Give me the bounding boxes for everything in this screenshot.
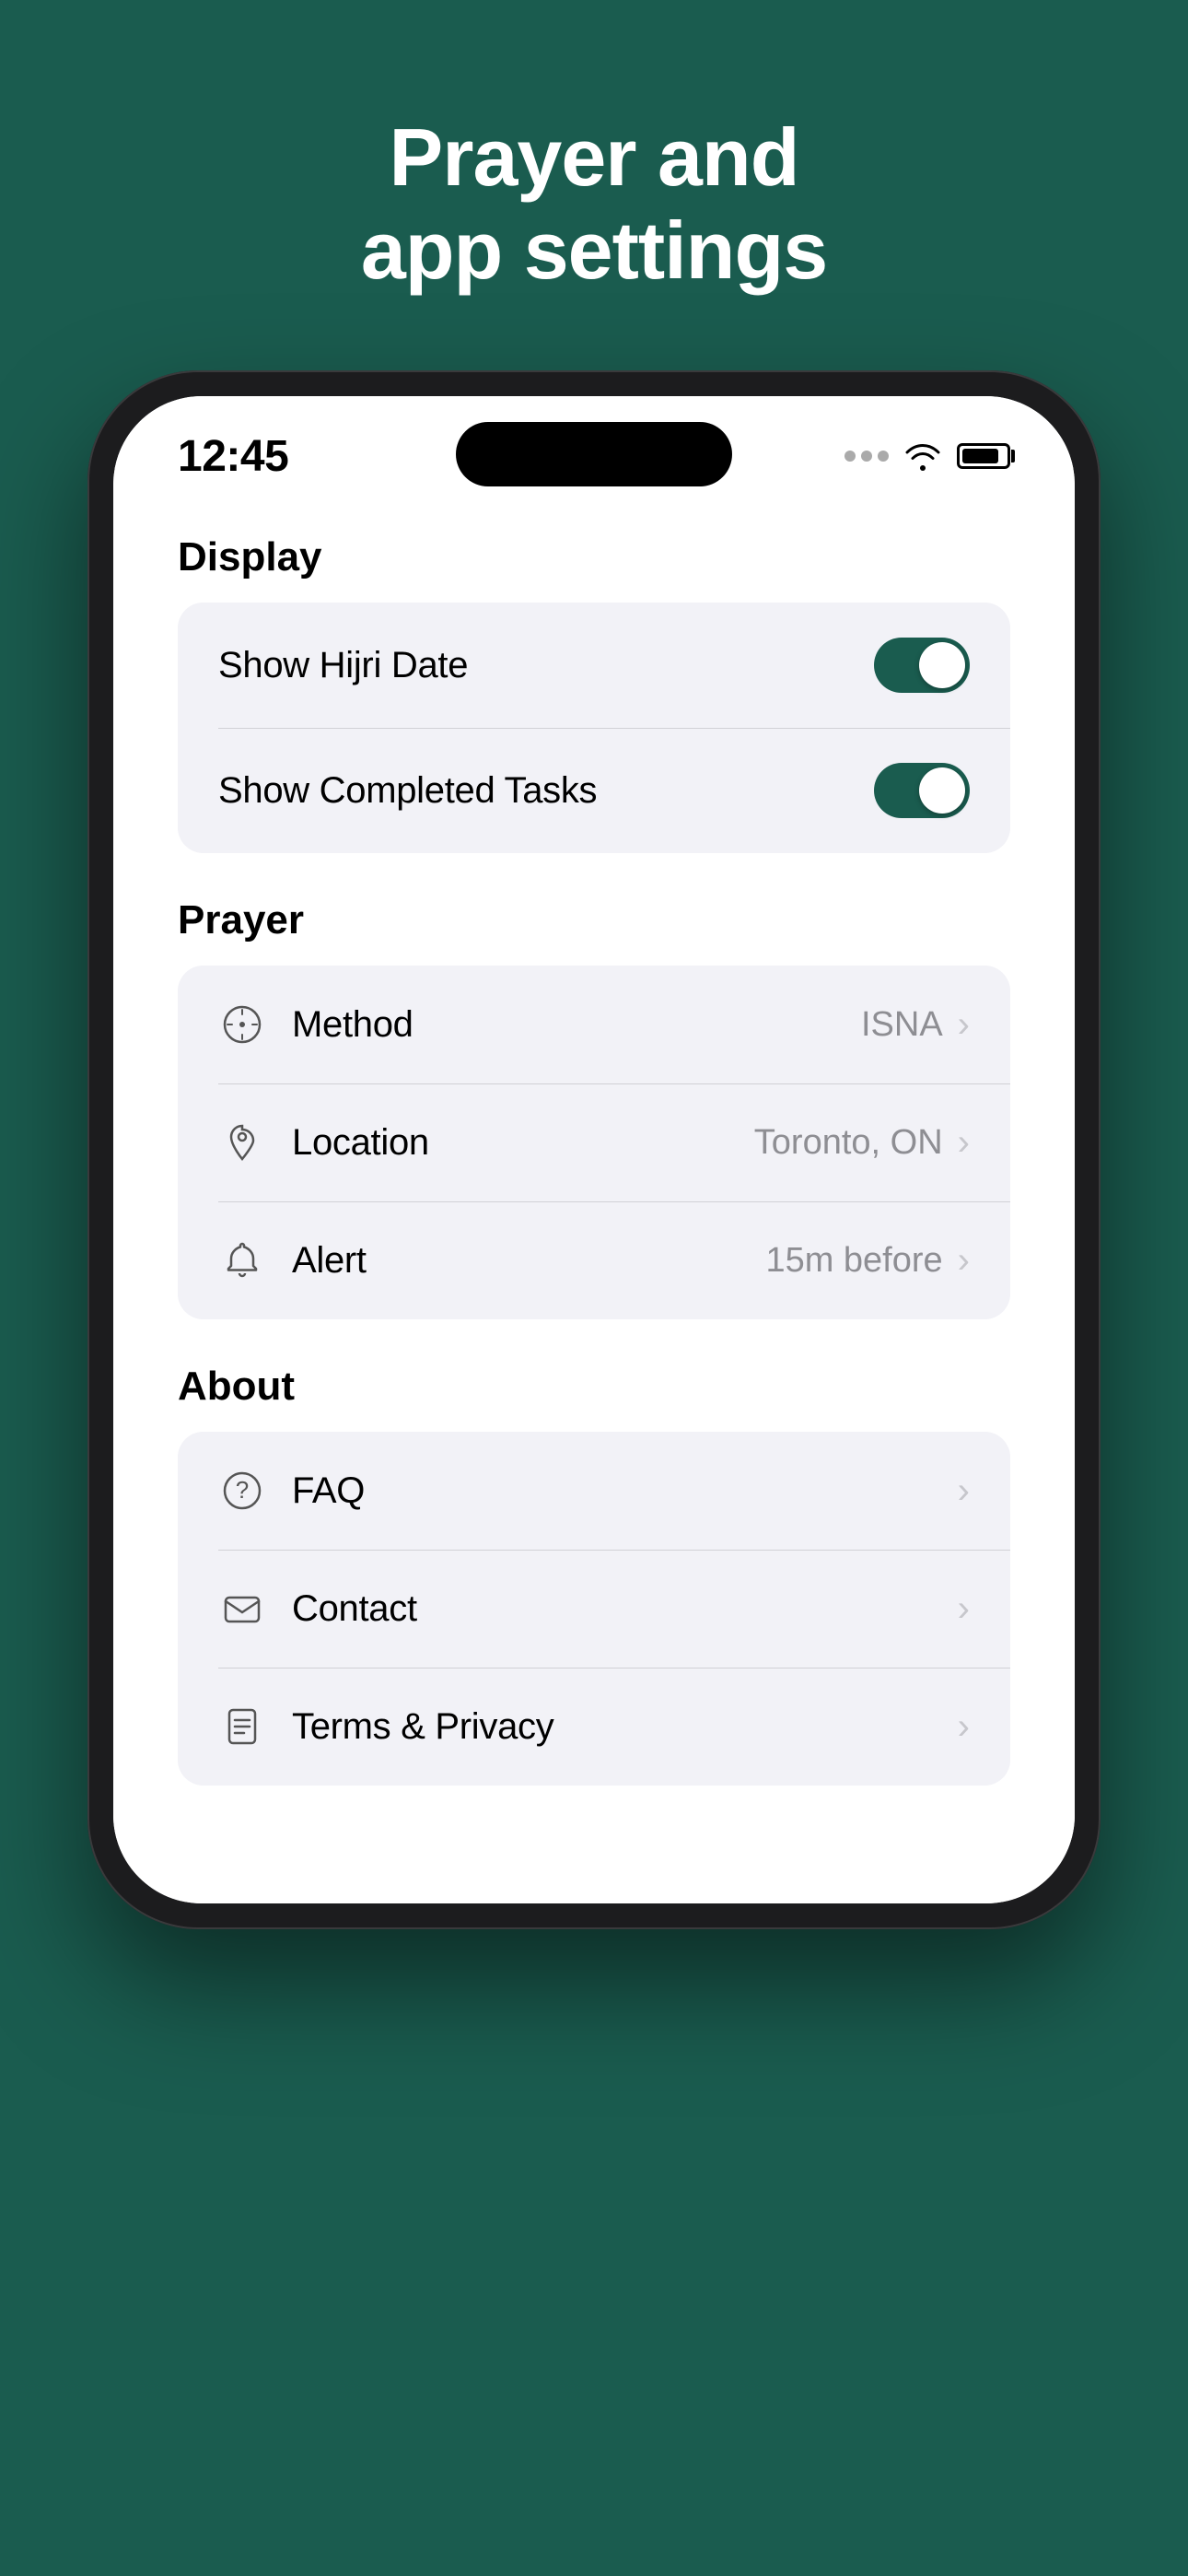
settings-content: Display Show Hijri Date Show Completed T… — [113, 498, 1075, 1903]
bell-icon — [218, 1236, 266, 1284]
method-row-left: Method — [218, 1001, 413, 1048]
toggle-knob-2 — [919, 767, 965, 814]
contact-row-left: Contact — [218, 1585, 417, 1633]
location-label: Location — [292, 1122, 429, 1164]
toggle-knob — [919, 642, 965, 688]
about-card: ? FAQ › — [178, 1432, 1010, 1786]
alert-row-right: 15m before › — [765, 1241, 970, 1281]
hijri-date-row: Show Hijri Date — [178, 603, 1010, 728]
faq-row-left: ? FAQ — [218, 1467, 365, 1515]
dynamic-island — [456, 422, 732, 486]
wifi-icon — [903, 441, 942, 471]
faq-row-right: › — [958, 1472, 970, 1509]
about-section-label: About — [178, 1364, 1010, 1410]
alert-chevron: › — [958, 1242, 970, 1279]
completed-tasks-label: Show Completed Tasks — [218, 770, 597, 812]
display-card: Show Hijri Date Show Completed Tasks — [178, 603, 1010, 853]
signal-icon — [844, 451, 889, 462]
faq-row[interactable]: ? FAQ › — [178, 1432, 1010, 1550]
method-chevron: › — [958, 1006, 970, 1043]
method-label: Method — [292, 1004, 413, 1046]
contact-chevron: › — [958, 1590, 970, 1627]
terms-row-left: Terms & Privacy — [218, 1703, 553, 1751]
completed-tasks-row: Show Completed Tasks — [178, 728, 1010, 853]
hijri-date-label: Show Hijri Date — [218, 645, 468, 686]
status-time: 12:45 — [178, 431, 288, 482]
battery-icon — [957, 443, 1010, 469]
phone-screen: 12:45 Display — [113, 396, 1075, 1903]
terms-label: Terms & Privacy — [292, 1706, 553, 1748]
contact-row-right: › — [958, 1590, 970, 1627]
contact-label: Contact — [292, 1588, 417, 1630]
phone-frame: 12:45 Display — [87, 370, 1101, 1929]
hijri-date-toggle[interactable] — [874, 638, 970, 693]
alert-row-left: Alert — [218, 1236, 367, 1284]
document-icon — [218, 1703, 266, 1751]
svg-text:?: ? — [236, 1476, 249, 1504]
faq-label: FAQ — [292, 1470, 365, 1512]
location-row[interactable]: Location Toronto, ON › — [178, 1083, 1010, 1201]
question-icon: ? — [218, 1467, 266, 1515]
alert-row[interactable]: Alert 15m before › — [178, 1201, 1010, 1319]
terms-row-right: › — [958, 1708, 970, 1745]
status-icons — [844, 441, 1010, 471]
compass-icon — [218, 1001, 266, 1048]
pin-icon — [218, 1118, 266, 1166]
terms-chevron: › — [958, 1708, 970, 1745]
alert-label: Alert — [292, 1240, 367, 1282]
location-value: Toronto, ON — [754, 1123, 943, 1163]
location-chevron: › — [958, 1124, 970, 1161]
page-header: Prayer and app settings — [0, 0, 1188, 370]
display-section-label: Display — [178, 534, 1010, 580]
mail-icon — [218, 1585, 266, 1633]
contact-row[interactable]: Contact › — [178, 1550, 1010, 1668]
location-row-right: Toronto, ON › — [754, 1123, 970, 1163]
faq-chevron: › — [958, 1472, 970, 1509]
method-row-right: ISNA › — [861, 1005, 970, 1045]
status-bar: 12:45 — [113, 396, 1075, 498]
alert-value: 15m before — [765, 1241, 942, 1281]
method-value: ISNA — [861, 1005, 943, 1045]
method-row[interactable]: Method ISNA › — [178, 966, 1010, 1083]
page-title: Prayer and app settings — [361, 111, 827, 297]
terms-row[interactable]: Terms & Privacy › — [178, 1668, 1010, 1786]
prayer-section-label: Prayer — [178, 897, 1010, 943]
completed-tasks-toggle[interactable] — [874, 763, 970, 818]
prayer-card: Method ISNA › — [178, 966, 1010, 1319]
location-row-left: Location — [218, 1118, 429, 1166]
